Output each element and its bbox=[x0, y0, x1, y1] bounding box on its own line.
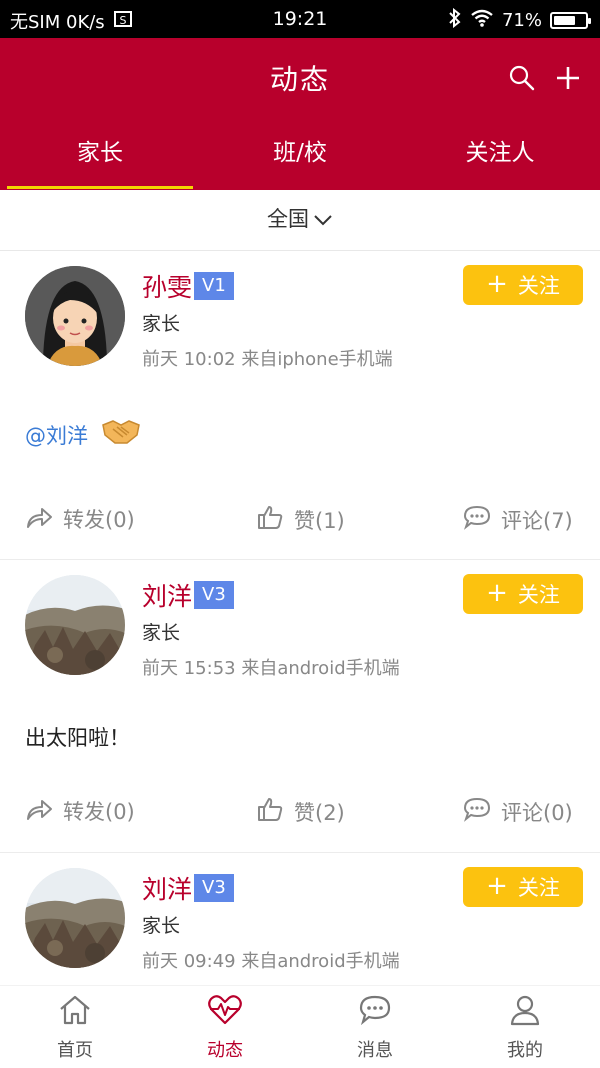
region-label: 全国 bbox=[267, 207, 309, 231]
share-label: 转发(0) bbox=[63, 508, 135, 532]
author-role: 家长 bbox=[142, 313, 181, 335]
battery-icon bbox=[550, 12, 591, 29]
tab-label: 班/校 bbox=[273, 140, 327, 166]
follow-label: 关注 bbox=[517, 583, 560, 607]
bottom-nav: 首页 动态 消息 我的 bbox=[0, 985, 600, 1068]
tab-label: 家长 bbox=[77, 140, 123, 166]
plus-icon: + bbox=[486, 578, 508, 608]
plus-icon: + bbox=[486, 871, 508, 901]
like-label: 赞(1) bbox=[294, 508, 345, 533]
tab-class-school[interactable]: 班/校 bbox=[200, 130, 400, 190]
author-name[interactable]: 刘洋 bbox=[142, 577, 192, 613]
level-badge: V1 bbox=[194, 272, 234, 300]
post-meta: 前天 15:53 来自android手机端 bbox=[142, 658, 400, 679]
comment-label: 评论(7) bbox=[501, 508, 573, 533]
chevron-down-icon bbox=[313, 191, 333, 249]
post-content: 出太阳啦！ bbox=[25, 726, 130, 750]
post-card: 刘洋 V3 家长 前天 15:53 来自android手机端 + 关注 出太阳啦… bbox=[0, 560, 600, 853]
chat-icon bbox=[358, 994, 392, 1030]
add-icon[interactable] bbox=[554, 64, 582, 92]
author-role: 家长 bbox=[142, 622, 181, 644]
nav-home[interactable]: 首页 bbox=[0, 986, 150, 1068]
post-card: 刘洋 V3 家长 前天 09:49 来自android手机端 + 关注 bbox=[0, 853, 600, 985]
comment-icon bbox=[463, 796, 491, 827]
nav-label: 首页 bbox=[57, 1040, 93, 1061]
author-role: 家长 bbox=[142, 915, 181, 937]
thumbs-up-icon bbox=[256, 796, 284, 827]
post-actions: 转发(0) 赞(1) 评论(7) bbox=[0, 504, 600, 544]
post-meta: 前天 10:02 来自iphone手机端 bbox=[142, 349, 393, 370]
follow-label: 关注 bbox=[517, 274, 560, 298]
share-button[interactable]: 转发(0) bbox=[25, 796, 135, 826]
share-icon bbox=[25, 797, 53, 826]
author-name[interactable]: 孙雯 bbox=[142, 268, 192, 304]
like-button[interactable]: 赞(2) bbox=[256, 796, 345, 827]
avatar[interactable] bbox=[25, 575, 125, 675]
mention-link[interactable]: @刘洋 bbox=[25, 424, 88, 448]
status-right: 71% bbox=[448, 7, 591, 33]
region-filter[interactable]: 全国 bbox=[0, 190, 600, 251]
post-meta: 前天 09:49 来自android手机端 bbox=[142, 951, 400, 972]
heartbeat-icon bbox=[207, 994, 243, 1030]
tab-label: 关注人 bbox=[465, 140, 535, 166]
level-badge: V3 bbox=[194, 874, 234, 902]
author-name[interactable]: 刘洋 bbox=[142, 870, 192, 906]
thumbs-up-icon bbox=[256, 504, 284, 535]
level-badge: V3 bbox=[194, 581, 234, 609]
tab-parents[interactable]: 家长 bbox=[0, 130, 200, 190]
wifi-icon bbox=[470, 9, 494, 32]
post-content: @刘洋 bbox=[25, 415, 141, 452]
like-label: 赞(2) bbox=[294, 800, 345, 825]
follow-label: 关注 bbox=[517, 876, 560, 900]
nav-messages[interactable]: 消息 bbox=[300, 986, 450, 1068]
comment-button[interactable]: 评论(7) bbox=[463, 504, 573, 535]
comment-button[interactable]: 评论(0) bbox=[463, 796, 573, 827]
comment-icon bbox=[463, 504, 491, 535]
author-row: 刘洋 V3 bbox=[142, 870, 234, 906]
app-header: 动态 家长 班/校 关注人 bbox=[0, 38, 600, 190]
follow-button[interactable]: + 关注 bbox=[463, 574, 583, 614]
comment-label: 评论(0) bbox=[501, 800, 573, 825]
follow-button[interactable]: + 关注 bbox=[463, 867, 583, 907]
tab-indicator bbox=[7, 186, 193, 189]
post-card: 孙雯 V1 家长 前天 10:02 来自iphone手机端 + 关注 @刘洋 转… bbox=[0, 251, 600, 560]
author-row: 刘洋 V3 bbox=[142, 577, 234, 613]
nav-profile[interactable]: 我的 bbox=[450, 986, 600, 1068]
handshake-icon bbox=[101, 415, 141, 452]
battery-fill bbox=[554, 16, 575, 25]
nav-label: 我的 bbox=[507, 1040, 543, 1061]
home-icon bbox=[58, 994, 92, 1030]
tab-bar: 家长 班/校 关注人 bbox=[0, 130, 600, 190]
person-icon bbox=[508, 994, 542, 1030]
avatar[interactable] bbox=[25, 868, 125, 968]
plus-icon: + bbox=[486, 269, 508, 299]
avatar[interactable] bbox=[25, 266, 125, 366]
author-row: 孙雯 V1 bbox=[142, 268, 234, 304]
battery-text: 71% bbox=[501, 10, 542, 31]
nav-label: 动态 bbox=[207, 1040, 243, 1061]
like-button[interactable]: 赞(1) bbox=[256, 504, 345, 535]
tab-following[interactable]: 关注人 bbox=[400, 130, 600, 190]
nav-label: 消息 bbox=[357, 1040, 393, 1061]
share-button[interactable]: 转发(0) bbox=[25, 504, 135, 534]
share-label: 转发(0) bbox=[63, 800, 135, 824]
nav-feed[interactable]: 动态 bbox=[150, 986, 300, 1068]
follow-button[interactable]: + 关注 bbox=[463, 265, 583, 305]
bluetooth-icon bbox=[448, 7, 462, 33]
status-bar: 无SIM 0K/s S 19:21 71% bbox=[0, 0, 600, 38]
search-icon[interactable] bbox=[508, 64, 536, 92]
share-icon bbox=[25, 505, 53, 534]
post-actions: 转发(0) 赞(2) 评论(0) bbox=[0, 796, 600, 836]
